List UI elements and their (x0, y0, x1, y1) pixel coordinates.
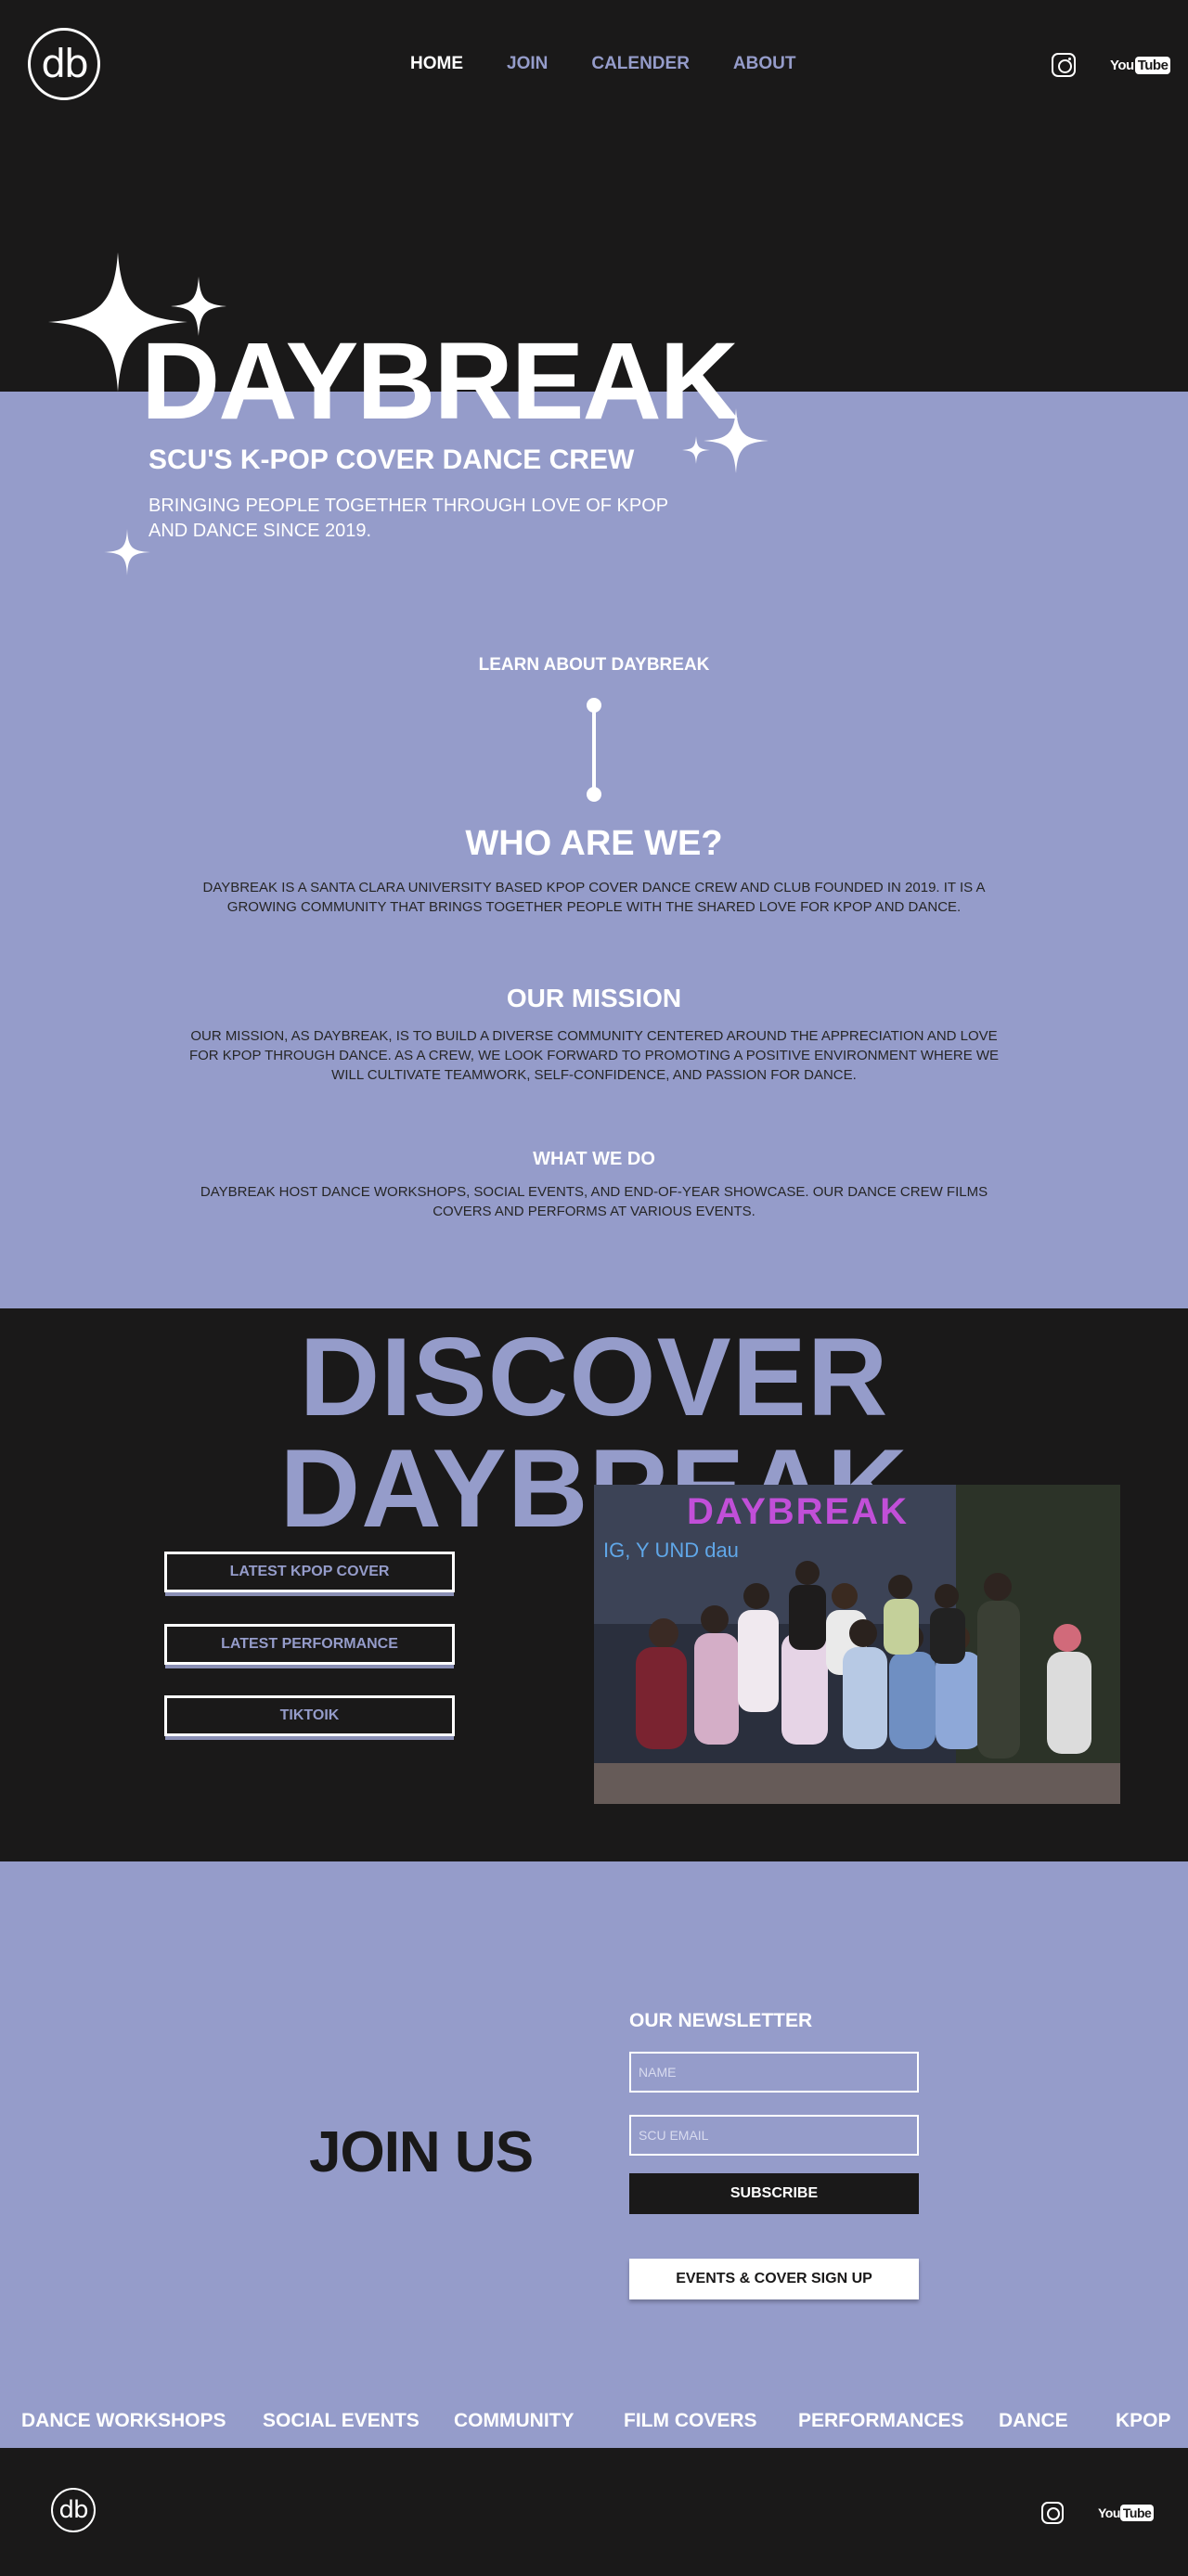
who-are-we-title: WHO ARE WE? (465, 824, 723, 863)
instagram-icon[interactable] (1052, 53, 1076, 77)
hero-description: BRINGING PEOPLE TOGETHER THROUGH LOVE OF… (148, 496, 668, 541)
marquee-item: DANCE (999, 2410, 1068, 2431)
main-nav: HOME JOIN CALENDER ABOUT (410, 54, 795, 74)
nav-home-link[interactable]: HOME (410, 54, 463, 74)
nav-calender-link[interactable]: CALENDER (591, 54, 690, 74)
group-photo-illustration: DAYBREAK IG, Y UND dau (594, 1485, 1120, 1804)
tiktok-button[interactable]: TIKTOIK (164, 1695, 455, 1736)
subscribe-button[interactable]: SUBSCRIBE (629, 2173, 919, 2214)
connector-line (592, 705, 596, 798)
marquee-item: KPOP (1116, 2410, 1171, 2431)
nav-join-link[interactable]: JOIN (507, 54, 548, 74)
youtube-you-text: You (1098, 2505, 1120, 2520)
youtube-icon[interactable]: You Tube (1110, 56, 1171, 74)
footer-logo[interactable]: db (51, 2488, 96, 2532)
hero-subtitle: SCU'S K-POP COVER DANCE CREW (148, 444, 635, 475)
join-us-title: JOIN US (309, 2120, 534, 2184)
who-are-we-body: DAYBREAK IS A SANTA CLARA UNIVERSITY BAS… (202, 880, 986, 915)
marquee-item: SOCIAL EVENTS (263, 2410, 420, 2431)
group-photo: DAYBREAK IG, Y UND dau (594, 1485, 1120, 1804)
youtube-tube-text: Tube (1119, 2505, 1155, 2521)
join-section (0, 1861, 1188, 2448)
marquee-item: COMMUNITY (454, 2410, 575, 2431)
youtube-tube-text: Tube (1134, 56, 1171, 74)
mission-title: OUR MISSION (506, 984, 682, 1012)
learn-about-label[interactable]: LEARN ABOUT DAYBREAK (0, 655, 1188, 676)
newsletter-title: OUR NEWSLETTER (629, 2010, 813, 2031)
photo-banner-text: DAYBREAK (687, 1491, 909, 1532)
mission-body: OUR MISSION, AS DAYBREAK, IS TO BUILD A … (188, 1028, 1000, 1083)
marquee-item: PERFORMANCES (798, 2410, 964, 2431)
nav-about-link[interactable]: ABOUT (733, 54, 796, 74)
site-footer (0, 2448, 1188, 2576)
photo-banner-sub: IG, Y UND dau (603, 1539, 739, 1562)
latest-kpop-cover-button[interactable]: LATEST KPOP COVER (164, 1552, 455, 1592)
latest-performance-button[interactable]: LATEST PERFORMANCE (164, 1624, 455, 1665)
logo[interactable]: db (28, 28, 100, 100)
instagram-icon[interactable] (1041, 2502, 1064, 2524)
scu-email-input[interactable] (629, 2115, 919, 2156)
youtube-you-text: You (1110, 57, 1134, 73)
what-we-do-body: DAYBREAK HOST DANCE WORKSHOPS, SOCIAL EV… (200, 1184, 988, 1219)
sparkle-icon (104, 529, 150, 575)
events-cover-signup-button[interactable]: EVENTS & COVER SIGN UP (629, 2259, 919, 2299)
what-we-do-title: WHAT WE DO (533, 1149, 655, 1169)
scroll-connector (587, 698, 601, 804)
marquee-item: FILM COVERS (624, 2410, 757, 2431)
connector-dot (587, 787, 601, 802)
name-input[interactable] (629, 2052, 919, 2093)
youtube-icon[interactable]: You Tube (1098, 2505, 1155, 2521)
marquee-item: DANCE WORKSHOPS (21, 2410, 226, 2431)
topics-marquee-bottom: DANCE WORKSHOPS SOCIAL EVENTS COMMUNITY … (0, 2394, 1188, 2448)
hero-title: DAYBREAK (141, 320, 739, 443)
